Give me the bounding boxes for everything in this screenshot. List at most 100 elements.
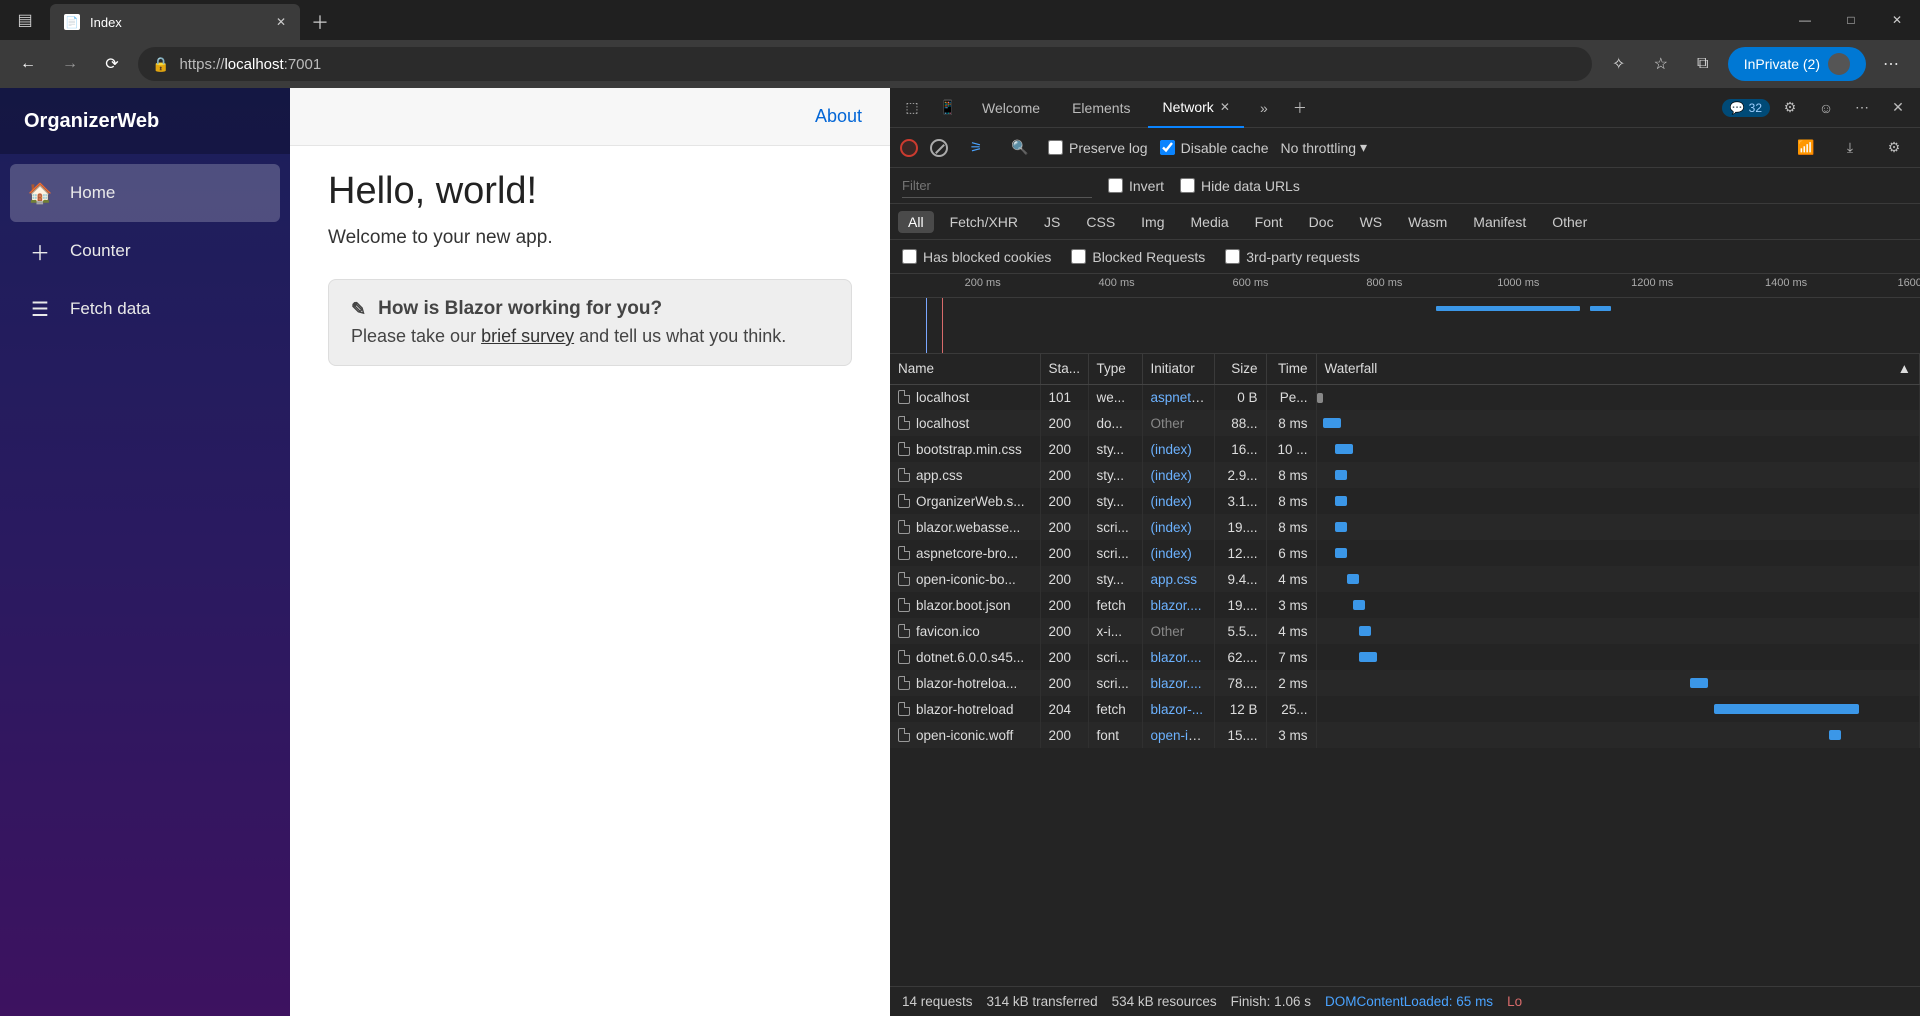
hide-data-urls-checkbox[interactable]: Hide data URLs [1180,178,1300,194]
sidebar-item-counter[interactable]: ＋ Counter [10,222,280,280]
request-initiator[interactable]: (index) [1151,442,1192,457]
table-row[interactable]: blazor-hotreloa...200scri...blazor....78… [890,670,1920,696]
type-filter-fetchxhr[interactable]: Fetch/XHR [940,211,1028,233]
table-row[interactable]: OrganizerWeb.s...200sty...(index)3.1...8… [890,488,1920,514]
table-row[interactable]: open-iconic.woff200fontopen-ic...15....3… [890,722,1920,748]
issues-badge[interactable]: 💬 32 [1722,99,1770,117]
more-tabs-icon[interactable]: » [1248,92,1280,124]
close-icon[interactable]: ✕ [1220,100,1230,114]
tab-close-icon[interactable]: ✕ [276,15,286,29]
favorites-icon[interactable]: ☆ [1644,47,1678,81]
survey-link[interactable]: brief survey [481,326,574,346]
col-size[interactable]: Size [1214,354,1266,384]
disable-cache-checkbox[interactable]: Disable cache [1160,140,1269,156]
table-header-row[interactable]: Name Sta... Type Initiator Size Time Wat… [890,354,1920,384]
col-initiator[interactable]: Initiator [1142,354,1214,384]
table-row[interactable]: localhost101we...aspnetc...0 BPe... [890,384,1920,410]
request-initiator[interactable]: blazor-... [1151,702,1204,717]
table-row[interactable]: aspnetcore-bro...200scri...(index)12....… [890,540,1920,566]
type-filter-img[interactable]: Img [1131,211,1174,233]
inspect-icon[interactable]: ⬚ [896,92,928,124]
request-initiator[interactable]: (index) [1151,546,1192,561]
third-party-checkbox[interactable]: 3rd-party requests [1225,249,1360,265]
gear-icon[interactable]: ⚙ [1774,92,1806,124]
address-bar[interactable]: 🔒 https://localhost:7001 [138,47,1592,81]
filter-toggle-icon[interactable]: ⚞ [960,132,992,164]
window-close-button[interactable]: ✕ [1874,0,1920,40]
network-conditions-icon[interactable]: 📶 [1790,132,1822,164]
tab-elements[interactable]: Elements [1058,88,1144,128]
menu-icon[interactable]: ⋯ [1874,47,1908,81]
tab-welcome[interactable]: Welcome [968,88,1054,128]
request-initiator[interactable]: aspnetc... [1151,390,1210,405]
col-status[interactable]: Sta... [1040,354,1088,384]
col-waterfall[interactable]: Waterfall ▲ [1316,354,1920,384]
request-initiator[interactable]: (index) [1151,520,1192,535]
table-row[interactable]: dotnet.6.0.0.s45...200scri...blazor....6… [890,644,1920,670]
type-filter-all[interactable]: All [898,211,934,233]
sidebar-item-fetchdata[interactable]: ☰ Fetch data [10,280,280,338]
request-initiator[interactable]: blazor.... [1151,650,1202,665]
blocked-cookies-checkbox[interactable]: Has blocked cookies [902,249,1051,265]
sidebar-item-home[interactable]: 🏠 Home [10,164,280,222]
request-initiator[interactable]: (index) [1151,494,1192,509]
clear-button[interactable] [930,139,948,157]
devtools-close-icon[interactable]: ✕ [1882,92,1914,124]
preserve-log-checkbox[interactable]: Preserve log [1048,140,1148,156]
type-filter-other[interactable]: Other [1542,211,1597,233]
filter-input[interactable] [902,174,1092,198]
table-row[interactable]: bootstrap.min.css200sty...(index)16...10… [890,436,1920,462]
favorite-add-icon[interactable]: ✧ [1602,47,1636,81]
throttling-select[interactable]: No throttling ▾ [1281,139,1368,156]
inprivate-indicator[interactable]: InPrivate (2) [1728,47,1866,81]
request-initiator[interactable]: open-ic... [1151,728,1207,743]
invert-checkbox[interactable]: Invert [1108,178,1164,194]
table-row[interactable]: blazor-hotreload204fetchblazor-...12 B25… [890,696,1920,722]
request-initiator[interactable]: app.css [1151,572,1198,587]
table-row[interactable]: favicon.ico200x-i...Other5.5...4 ms [890,618,1920,644]
device-toggle-icon[interactable]: 📱 [932,92,964,124]
import-export-icon[interactable]: ⤓ [1834,132,1866,164]
type-filter-font[interactable]: Font [1245,211,1293,233]
type-filter-manifest[interactable]: Manifest [1463,211,1536,233]
table-row[interactable]: localhost200do...Other88...8 ms [890,410,1920,436]
tab-actions-icon[interactable]: ▤ [0,0,50,40]
table-row[interactable]: open-iconic-bo...200sty...app.css9.4...4… [890,566,1920,592]
blocked-requests-checkbox[interactable]: Blocked Requests [1071,249,1205,265]
browser-tab[interactable]: 📄 Index ✕ [50,4,300,40]
network-timeline[interactable]: 200 ms400 ms600 ms800 ms1000 ms1200 ms14… [890,274,1920,354]
window-minimize-button[interactable]: — [1782,0,1828,40]
record-button[interactable] [900,139,918,157]
col-time[interactable]: Time [1266,354,1316,384]
network-settings-icon[interactable]: ⚙ [1878,132,1910,164]
type-filter-media[interactable]: Media [1181,211,1239,233]
table-row[interactable]: blazor.boot.json200fetchblazor....19....… [890,592,1920,618]
request-initiator[interactable]: (index) [1151,468,1192,483]
col-name[interactable]: Name [890,354,1040,384]
type-filter-css[interactable]: CSS [1076,211,1125,233]
request-initiator[interactable]: blazor.... [1151,676,1202,691]
type-filter-doc[interactable]: Doc [1299,211,1344,233]
request-initiator[interactable]: blazor.... [1151,598,1202,613]
search-icon[interactable]: 🔍 [1004,132,1036,164]
window-maximize-button[interactable]: □ [1828,0,1874,40]
kebab-icon[interactable]: ⋯ [1846,92,1878,124]
table-row[interactable]: blazor.webasse...200scri...(index)19....… [890,514,1920,540]
status-domcontentloaded: DOMContentLoaded: 65 ms [1325,994,1493,1009]
forward-button[interactable]: → [54,48,86,80]
about-link[interactable]: About [815,106,862,127]
table-row[interactable]: app.css200sty...(index)2.9...8 ms [890,462,1920,488]
feedback-icon[interactable]: ☺ [1810,92,1842,124]
add-tab-icon[interactable]: ＋ [1284,92,1316,124]
reload-button[interactable]: ⟳ [96,48,128,80]
type-filter-js[interactable]: JS [1034,211,1070,233]
type-filter-wasm[interactable]: Wasm [1398,211,1457,233]
collections-icon[interactable]: ⧉ [1686,47,1720,81]
new-tab-button[interactable]: ＋ [300,4,340,40]
network-status-bar: 14 requests 314 kB transferred 534 kB re… [890,986,1920,1016]
network-table[interactable]: Name Sta... Type Initiator Size Time Wat… [890,354,1920,986]
col-type[interactable]: Type [1088,354,1142,384]
tab-network[interactable]: Network ✕ [1148,88,1243,128]
back-button[interactable]: ← [12,48,44,80]
type-filter-ws[interactable]: WS [1350,211,1393,233]
